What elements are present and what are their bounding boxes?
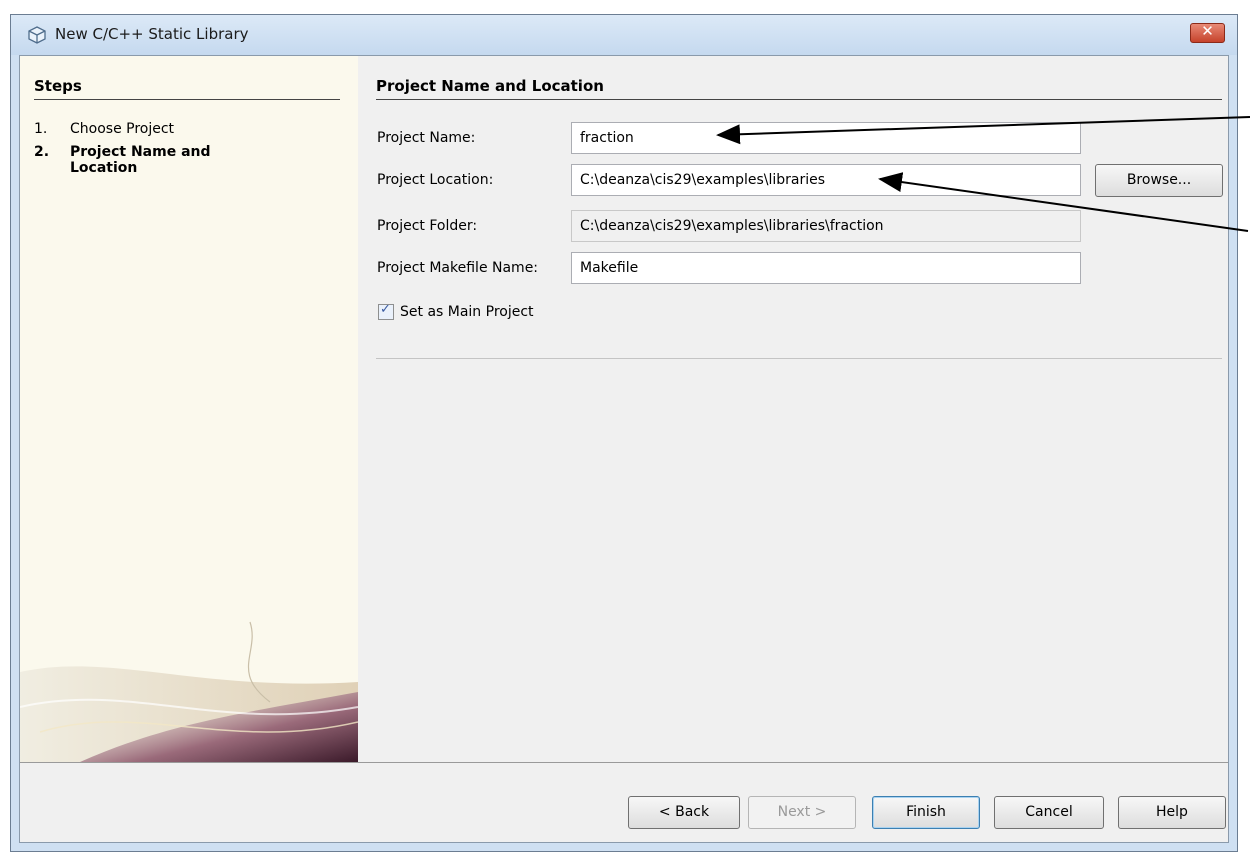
next-button[interactable]: Next >	[748, 796, 856, 829]
step-label: Choose Project	[70, 121, 175, 137]
page-title: Project Name and Location	[376, 77, 1222, 100]
makefile-name-label: Project Makefile Name:	[377, 260, 539, 276]
title-bar[interactable]: New C/C++ Static Library ✕	[11, 15, 1237, 55]
project-folder-label: Project Folder:	[377, 218, 478, 234]
decorative-swoosh-image	[20, 621, 358, 762]
button-bar-divider	[20, 762, 1228, 763]
back-button[interactable]: < Back	[628, 796, 740, 829]
close-icon: ✕	[1201, 22, 1214, 40]
project-cube-icon	[28, 26, 46, 44]
checkmark-icon: ✓	[380, 302, 391, 317]
dialog-window: New C/C++ Static Library ✕ Steps 1. Choo…	[10, 14, 1238, 852]
step-number: 1.	[34, 121, 48, 137]
browse-button[interactable]: Browse...	[1095, 164, 1223, 197]
makefile-name-input[interactable]: Makefile	[571, 252, 1081, 284]
main-project-label[interactable]: Set as Main Project	[400, 304, 534, 320]
project-location-label: Project Location:	[377, 172, 494, 188]
content-divider	[376, 358, 1222, 359]
step-label: Project Name and Location	[70, 144, 211, 176]
close-button[interactable]: ✕	[1190, 22, 1225, 43]
project-folder-field: C:\deanza\cis29\examples\libraries\fract…	[571, 210, 1081, 242]
main-project-checkbox[interactable]: ✓	[378, 302, 394, 320]
cancel-button[interactable]: Cancel	[994, 796, 1104, 829]
finish-button[interactable]: Finish	[872, 796, 980, 829]
dialog-content: Steps 1. Choose Project 2. Project Name …	[19, 55, 1229, 843]
project-name-input[interactable]: fraction	[571, 122, 1081, 154]
step-number: 2.	[34, 144, 50, 160]
steps-title: Steps	[34, 77, 340, 100]
window-title: New C/C++ Static Library	[55, 25, 249, 43]
project-name-label: Project Name:	[377, 130, 476, 146]
project-location-input[interactable]: C:\deanza\cis29\examples\libraries	[571, 164, 1081, 196]
help-button[interactable]: Help	[1118, 796, 1226, 829]
steps-panel: Steps 1. Choose Project 2. Project Name …	[20, 56, 358, 762]
